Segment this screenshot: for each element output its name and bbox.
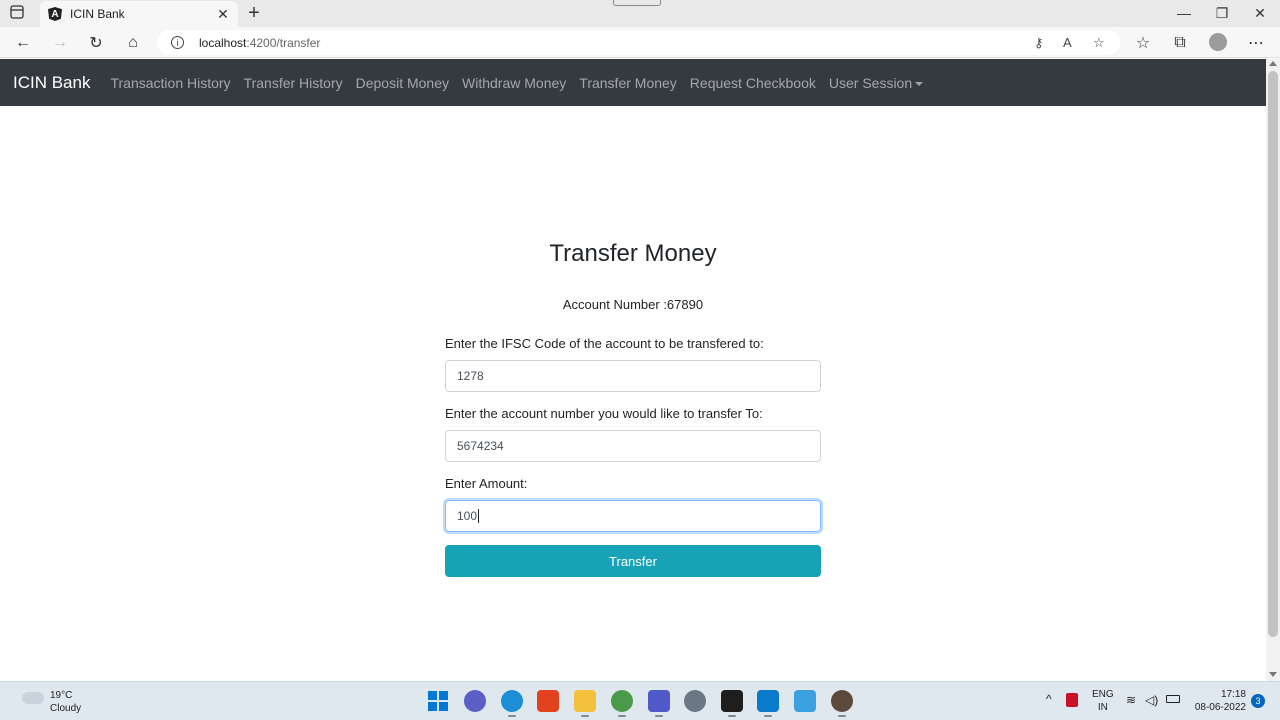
minimize-icon[interactable]: — xyxy=(1169,3,1199,23)
tab-close-icon[interactable]: ✕ xyxy=(216,6,230,23)
clock[interactable]: 17:18 08-06-2022 xyxy=(1190,688,1246,714)
wifi-icon[interactable]: ≋ xyxy=(1126,694,1136,707)
account-number: Account Number :67890 xyxy=(562,297,704,312)
nav-deposit-money[interactable]: Deposit Money xyxy=(356,75,449,91)
cloud-icon xyxy=(22,692,44,704)
account-number-value: 5674234 xyxy=(457,439,504,453)
notification-badge[interactable]: 3 xyxy=(1251,694,1265,708)
volume-icon[interactable]: ◁) xyxy=(1145,694,1158,707)
amount-label: Enter Amount: xyxy=(445,476,528,491)
browser-tab[interactable]: A ICIN Bank ✕ xyxy=(40,1,238,27)
restore-icon[interactable]: ❐ xyxy=(1207,3,1237,23)
url-host: localhost xyxy=(199,35,247,50)
scroll-down-icon[interactable] xyxy=(1269,672,1277,677)
tab-actions-icon[interactable] xyxy=(10,5,28,21)
refresh-icon[interactable]: ↻ xyxy=(85,32,107,54)
account-number-label: Enter the account number you would like … xyxy=(445,406,763,421)
temperature: 19°C xyxy=(50,690,73,701)
ifsc-input[interactable]: 1278 xyxy=(445,360,821,392)
address-bar[interactable]: i localhost:4200/transfer ⚷ A ☆ xyxy=(157,30,1120,55)
mcafee-icon[interactable] xyxy=(1066,693,1078,707)
ifsc-label: Enter the IFSC Code of the account to be… xyxy=(445,336,764,351)
settings-icon[interactable] xyxy=(684,690,706,712)
teams-icon[interactable] xyxy=(648,690,670,717)
language-indicator[interactable]: ENG IN xyxy=(1092,688,1114,714)
language: ENG xyxy=(1092,689,1114,700)
user-session-label: User Session xyxy=(828,74,913,91)
angular-favicon-icon: A xyxy=(48,7,62,21)
edge-icon[interactable] xyxy=(501,690,523,717)
tab-title: ICIN Bank xyxy=(70,7,125,21)
site-info-icon[interactable]: i xyxy=(171,36,184,49)
main-content: Transfer Money Account Number :67890 Ent… xyxy=(0,106,1266,681)
nav-transfer-money[interactable]: Transfer Money xyxy=(579,75,677,91)
back-icon[interactable]: ← xyxy=(12,32,34,54)
nav-user-session-dropdown[interactable]: User Session xyxy=(828,74,924,91)
windows-taskbar: 19°C Cloudy ^ ENG IN ≋ ◁) 17:18 08-06-20… xyxy=(0,681,1280,720)
start-icon[interactable] xyxy=(427,690,449,712)
text-cursor xyxy=(478,509,480,523)
window-close-icon[interactable]: ✕ xyxy=(1245,3,1275,23)
vscode-icon[interactable] xyxy=(757,690,779,717)
amount-value: 100 xyxy=(457,509,478,523)
ifsc-value: 1278 xyxy=(457,369,484,383)
weather-condition: Cloudy xyxy=(50,703,82,714)
profile-avatar[interactable] xyxy=(1209,33,1227,51)
url-path: :4200/transfer xyxy=(246,35,321,50)
date: 08-06-2022 xyxy=(1194,702,1246,713)
home-icon[interactable]: ⌂ xyxy=(122,32,144,54)
chevron-up-icon[interactable]: ^ xyxy=(1046,693,1052,706)
app-navbar: ICIN Bank Transaction History Transfer H… xyxy=(0,59,1266,106)
region: IN xyxy=(1097,702,1108,713)
add-favorite-icon[interactable]: ☆ xyxy=(1093,30,1105,55)
browser-toolbar: ← → ↻ ⌂ i localhost:4200/transfer ⚷ A ☆ … xyxy=(0,27,1280,58)
forward-icon[interactable]: → xyxy=(49,32,71,54)
amount-input[interactable]: 100 xyxy=(445,500,821,532)
time: 17:18 xyxy=(1220,689,1246,700)
collections-icon[interactable]: ⧉ xyxy=(1169,32,1191,54)
caret-down-icon xyxy=(915,81,924,86)
page-scrollbar[interactable] xyxy=(1266,59,1280,681)
terminal-icon[interactable] xyxy=(721,690,743,717)
scroll-up-icon[interactable] xyxy=(1269,61,1277,66)
read-aloud-icon[interactable]: A xyxy=(1063,30,1072,55)
chrome-icon[interactable] xyxy=(611,690,633,717)
transfer-button[interactable]: Transfer xyxy=(445,545,821,577)
browser-tab-strip: A ICIN Bank ✕ + — ❐ ✕ xyxy=(0,0,1280,27)
chat-icon[interactable] xyxy=(464,690,486,712)
account-number-input[interactable]: 5674234 xyxy=(445,430,821,462)
new-tab-icon[interactable]: + xyxy=(244,3,264,23)
more-menu-icon[interactable]: ⋯ xyxy=(1245,32,1267,54)
brand-logo[interactable]: ICIN Bank xyxy=(13,73,90,93)
window-drag-handle[interactable] xyxy=(613,0,661,6)
nav-transfer-history[interactable]: Transfer History xyxy=(244,75,343,91)
nav-transaction-history[interactable]: Transaction History xyxy=(110,75,230,91)
nav-withdraw-money[interactable]: Withdraw Money xyxy=(462,75,566,91)
transfer-form: Enter the IFSC Code of the account to be… xyxy=(445,336,821,577)
weather-widget[interactable]: 19°C Cloudy xyxy=(50,689,81,715)
favorites-icon[interactable]: ☆ xyxy=(1132,32,1154,54)
office-icon[interactable] xyxy=(537,690,559,712)
page-title: Transfer Money xyxy=(549,240,717,267)
app-icon[interactable] xyxy=(831,690,853,717)
scroll-thumb[interactable] xyxy=(1268,71,1278,637)
battery-icon[interactable] xyxy=(1166,695,1180,703)
notepad-icon[interactable] xyxy=(794,690,816,712)
nav-request-checkbook[interactable]: Request Checkbook xyxy=(690,75,816,91)
file-explorer-icon[interactable] xyxy=(574,690,596,717)
key-icon[interactable]: ⚷ xyxy=(1034,30,1044,55)
